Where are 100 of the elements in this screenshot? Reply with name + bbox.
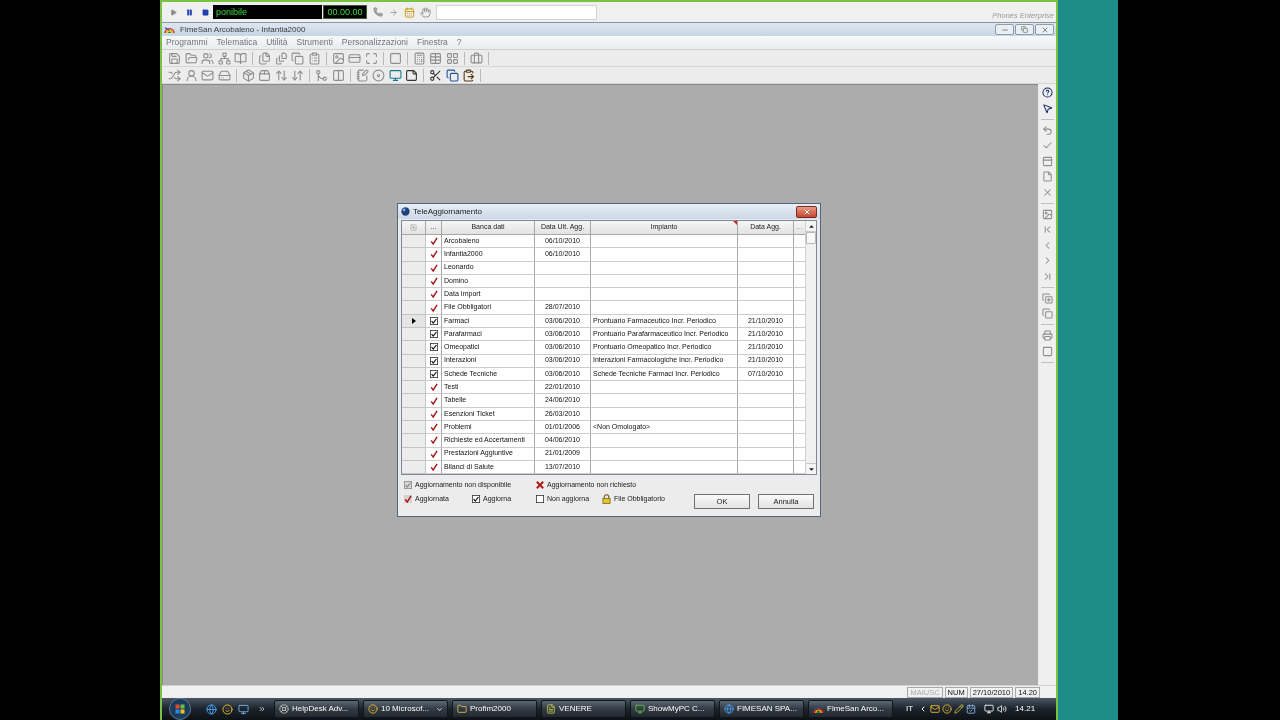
checked-box-icon [429, 356, 438, 365]
corner-triangle-icon [733, 221, 737, 225]
menu-item[interactable]: Strumenti [296, 38, 333, 47]
window-title: FimeSan Arcobaleno - Infantia2000 [180, 23, 306, 36]
page-icon[interactable] [1041, 171, 1053, 182]
taskbar-button[interactable]: ShowMyPC C... [630, 700, 715, 718]
up-down-arrows-icon[interactable] [274, 68, 288, 82]
start-orb-icon[interactable] [169, 698, 191, 720]
menu-item[interactable]: Programmi [166, 38, 208, 47]
notebook-icon[interactable] [355, 68, 369, 82]
check-icon[interactable] [1041, 140, 1053, 151]
input-field[interactable] [436, 4, 597, 20]
menu-item[interactable]: Finestra [417, 38, 448, 47]
scissors-icon[interactable] [429, 68, 442, 82]
expand-icon[interactable] [364, 51, 378, 65]
taskbar-button[interactable]: 10 Microsof... [363, 700, 448, 718]
disc-icon[interactable] [372, 68, 385, 82]
monitor-icon[interactable] [238, 703, 249, 715]
card-icon[interactable] [348, 51, 361, 65]
current-row-arrow-icon [411, 317, 416, 324]
smiley-icon[interactable] [222, 703, 233, 715]
menu-item[interactable]: Utilità [266, 38, 288, 47]
folder-icon[interactable] [184, 51, 198, 65]
package-icon[interactable] [241, 68, 255, 82]
calendar-icon[interactable] [966, 704, 977, 714]
chevrons-right-icon[interactable] [258, 705, 266, 713]
play-icon[interactable] [170, 8, 177, 16]
minimize-button[interactable] [995, 24, 1014, 35]
table-cell [738, 447, 794, 461]
table-cell [738, 288, 794, 302]
empty-box-icon [536, 495, 544, 503]
clipboard-icon[interactable] [307, 51, 321, 65]
lifebuoy-icon [279, 704, 289, 714]
taskbar-button[interactable]: FIMESAN SPA... [719, 700, 804, 718]
column-header[interactable] [402, 221, 426, 235]
monitor-icon [635, 704, 645, 714]
envelope-icon[interactable] [930, 704, 941, 714]
paste-icon[interactable] [462, 68, 475, 82]
columns-icon[interactable] [331, 68, 345, 82]
close-icon[interactable] [1041, 186, 1053, 198]
folder-icon [457, 704, 467, 714]
menu-item[interactable]: Telematica [216, 38, 258, 47]
pointer-icon[interactable] [1041, 102, 1053, 114]
menu-item[interactable]: ? [456, 38, 462, 47]
users-icon[interactable] [201, 51, 214, 65]
clock[interactable]: 14.21 [1015, 703, 1036, 715]
image-icon[interactable] [1041, 208, 1053, 220]
pencil-icon[interactable] [954, 704, 965, 714]
copy-icon[interactable] [291, 51, 304, 65]
timer-display: 00.00.00 [323, 5, 367, 19]
close-button[interactable] [796, 205, 817, 218]
monitor-icon[interactable] [984, 704, 995, 714]
scroll-up-button[interactable] [806, 221, 816, 232]
pause-icon[interactable] [186, 8, 193, 16]
files-icon[interactable] [258, 51, 271, 65]
printer-icon[interactable] [1041, 330, 1053, 341]
scroll-down-button[interactable] [806, 463, 816, 474]
restore-button[interactable] [1015, 24, 1034, 35]
shuffle-icon[interactable] [168, 68, 181, 82]
down-arrow-icon [808, 467, 814, 471]
taskbar-button[interactable]: VENERE [541, 700, 626, 718]
smiley-icon[interactable] [942, 704, 953, 714]
user-icon[interactable] [184, 68, 198, 82]
close-icon [1040, 25, 1049, 34]
taskbar-button[interactable]: HelpDesk Adv... [274, 700, 359, 718]
image-icon[interactable] [331, 51, 345, 65]
help-icon[interactable] [1041, 87, 1053, 98]
undo-icon[interactable] [1041, 124, 1053, 136]
branch-icon[interactable] [315, 68, 328, 82]
phone-icon[interactable] [373, 7, 383, 17]
scrollbar-thumb[interactable] [806, 232, 816, 244]
copy-plus-icon[interactable] [1041, 292, 1053, 304]
package-icon[interactable] [258, 68, 271, 82]
square-icon[interactable] [1041, 345, 1053, 357]
globe-icon [724, 704, 734, 714]
taskbar-button[interactable]: Profim2000 [452, 700, 537, 718]
table-cell [535, 274, 591, 289]
stop-icon[interactable] [202, 8, 209, 16]
scrollbar[interactable] [805, 221, 816, 474]
globe-icon[interactable] [206, 703, 217, 715]
down-up-arrows-icon[interactable] [291, 68, 304, 82]
padlock-icon [602, 494, 611, 504]
table-cell [535, 288, 591, 302]
drive-icon[interactable] [217, 68, 231, 82]
copy-icon[interactable] [445, 68, 459, 82]
taskbar-button[interactable]: FimeSan Arco... [808, 700, 893, 718]
table-cell [738, 274, 794, 289]
file-stack-icon[interactable] [274, 51, 288, 65]
table-cell [738, 394, 794, 408]
window-icon[interactable] [1041, 155, 1053, 167]
language-indicator[interactable]: IT [906, 703, 914, 715]
plus-box-icon[interactable] [410, 224, 417, 231]
arrow-right-icon[interactable] [389, 7, 398, 17]
checked-box-icon [429, 316, 438, 325]
network-icon[interactable] [217, 51, 231, 65]
speaker-icon[interactable] [997, 704, 1008, 714]
note-icon[interactable] [405, 68, 418, 82]
book-icon[interactable] [234, 51, 247, 65]
menu-item[interactable]: Personalizzazioni [341, 38, 408, 47]
hand-icon[interactable] [420, 6, 431, 18]
